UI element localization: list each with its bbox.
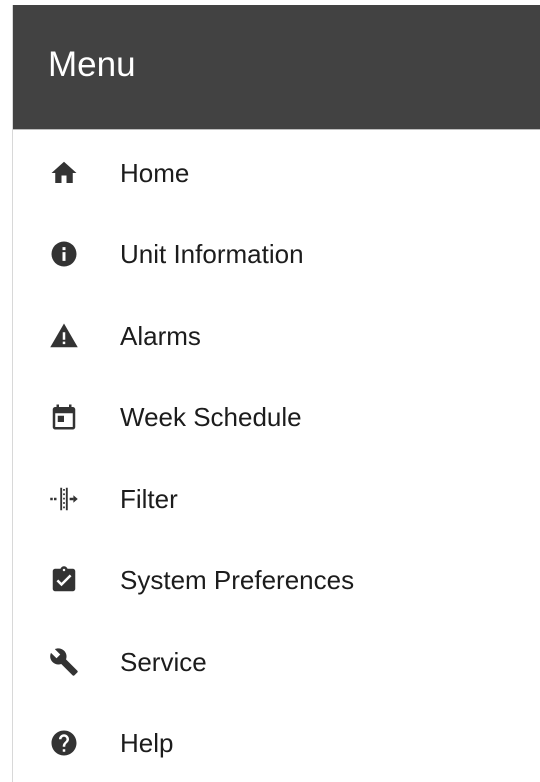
menu-item-label: Week Schedule — [120, 402, 302, 433]
menu-item-label: Filter — [120, 483, 178, 514]
menu-item-unit-information[interactable]: Unit Information — [13, 214, 540, 296]
menu-item-filter[interactable]: Filter — [13, 458, 540, 540]
menu-item-label: Alarms — [120, 320, 201, 351]
menu-item-alarms[interactable]: Alarms — [13, 295, 540, 377]
menu-item-system-preferences[interactable]: System Preferences — [13, 540, 540, 622]
info-icon — [49, 239, 79, 269]
wrench-icon — [49, 647, 79, 677]
clipboard-check-icon — [49, 565, 79, 595]
filter-icon — [49, 484, 79, 514]
menu-item-label: Unit Information — [120, 239, 304, 270]
help-icon — [49, 728, 79, 758]
menu-item-help[interactable]: Help — [13, 703, 540, 782]
warning-icon — [49, 321, 79, 351]
calendar-icon — [49, 402, 79, 432]
home-icon — [49, 158, 79, 188]
navigation-drawer: Menu Home Unit Information Alarms Week S… — [12, 5, 540, 782]
menu-list: Home Unit Information Alarms Week Schedu… — [13, 132, 540, 782]
menu-item-label: Help — [120, 728, 174, 759]
menu-item-label: Home — [120, 157, 190, 188]
screen: Menu Home Unit Information Alarms Week S… — [0, 0, 540, 782]
menu-item-home[interactable]: Home — [13, 132, 540, 214]
menu-item-label: Service — [120, 646, 207, 677]
drawer-header: Menu — [13, 5, 540, 130]
menu-item-service[interactable]: Service — [13, 621, 540, 703]
menu-item-label: System Preferences — [120, 565, 355, 596]
drawer-title: Menu — [48, 45, 136, 84]
menu-item-week-schedule[interactable]: Week Schedule — [13, 377, 540, 459]
